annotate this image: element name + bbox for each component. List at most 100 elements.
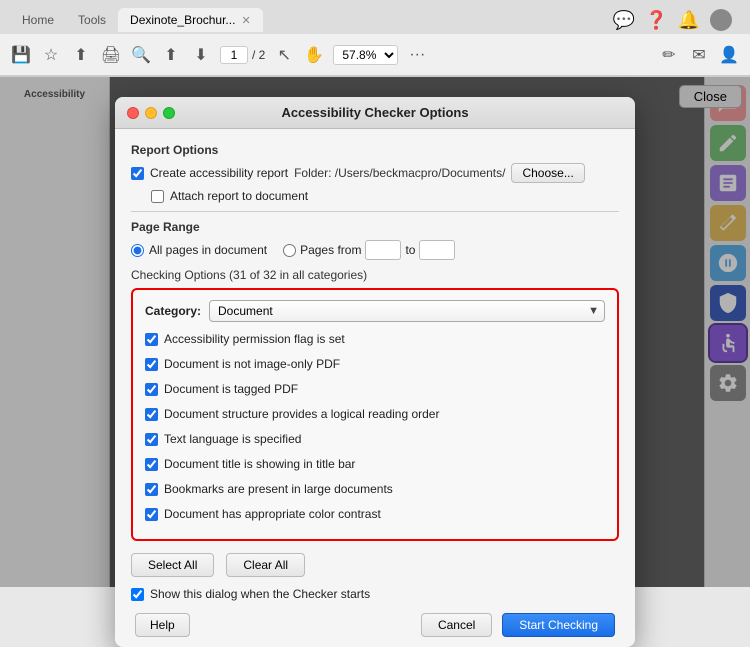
hand-tool[interactable]: ✋ xyxy=(303,44,325,66)
dialog-title: Accessibility Checker Options xyxy=(281,105,468,120)
check-item-4-checkbox[interactable] xyxy=(145,433,158,446)
divider-1 xyxy=(131,211,619,212)
dialog-overlay: Accessibility Checker Options Report Opt… xyxy=(0,77,750,587)
show-dialog-checkbox[interactable] xyxy=(131,588,144,601)
check-item-7-checkbox[interactable] xyxy=(145,508,158,521)
show-dialog-row: Show this dialog when the Checker starts xyxy=(131,587,619,601)
save-icon[interactable]: 💾 xyxy=(10,44,32,66)
chat-icon[interactable]: 💬 xyxy=(613,10,635,31)
check-item-5: Document title is showing in title bar xyxy=(145,457,605,471)
create-report-row: Create accessibility report Folder: /Use… xyxy=(131,163,619,183)
browser-toolbar: 💾 ☆ ⬆ 🖨 🔍 ⬆ ⬇ 1 / 2 ↖ ✋ 57.8% 50% 75% 10… xyxy=(0,34,750,76)
help-icon[interactable]: ❓ xyxy=(645,10,667,31)
pages-from-label: Pages from xyxy=(300,243,361,257)
category-label: Category: xyxy=(145,304,201,318)
check-item-0: Accessibility permission flag is set xyxy=(145,332,605,346)
more-options-icon[interactable]: ··· xyxy=(406,44,428,66)
page-from-input[interactable] xyxy=(365,240,401,260)
check-item-2-checkbox[interactable] xyxy=(145,383,158,396)
check-item-3-label: Document structure provides a logical re… xyxy=(164,407,439,421)
pages-from-radio[interactable] xyxy=(283,244,296,257)
page-range-title: Page Range xyxy=(131,220,619,234)
dialog-footer: Help Cancel Start Checking xyxy=(131,613,619,637)
clear-all-button[interactable]: Clear All xyxy=(226,553,305,577)
check-items-list: Accessibility permission flag is set Doc… xyxy=(145,332,605,527)
maximize-traffic-light[interactable] xyxy=(163,107,175,119)
check-item-6-label: Bookmarks are present in large documents xyxy=(164,482,393,496)
footer-right-buttons: Cancel Start Checking xyxy=(421,613,615,637)
upload-icon[interactable]: ⬆ xyxy=(70,44,92,66)
minimize-traffic-light[interactable] xyxy=(145,107,157,119)
check-item-6-checkbox[interactable] xyxy=(145,483,158,496)
close-traffic-light[interactable] xyxy=(127,107,139,119)
check-item-7: Document has appropriate color contrast xyxy=(145,507,605,521)
all-pages-label: All pages in document xyxy=(149,243,267,257)
check-item-6: Bookmarks are present in large documents xyxy=(145,482,605,496)
check-item-1-label: Document is not image-only PDF xyxy=(164,357,340,371)
tab-tools[interactable]: Tools xyxy=(66,8,118,32)
category-select-wrapper: Document Page Content Forms, Tables, and… xyxy=(209,300,605,322)
browser-tabs: Home Tools Dexinote_Brochur... ✕ 💬 ❓ 🔔 xyxy=(0,0,750,34)
choose-button[interactable]: Choose... xyxy=(511,163,584,183)
folder-path: Folder: /Users/beckmacpro/Documents/ xyxy=(294,166,505,180)
attach-report-label: Attach report to document xyxy=(170,189,308,203)
select-clear-row: Select All Clear All xyxy=(131,553,619,577)
share-icon[interactable]: 👤 xyxy=(718,44,740,66)
page-num: 1 / 2 xyxy=(220,46,265,64)
check-item-4: Text language is specified xyxy=(145,432,605,446)
browser-chrome: Home Tools Dexinote_Brochur... ✕ 💬 ❓ 🔔 💾… xyxy=(0,0,750,77)
category-select[interactable]: Document Page Content Forms, Tables, and… xyxy=(209,300,605,322)
checking-options-label: Checking Options (31 of 32 in all catego… xyxy=(131,268,619,282)
zoom-control: 57.8% 50% 75% 100% xyxy=(333,45,398,65)
page-range-row: All pages in document Pages from to xyxy=(131,240,619,260)
page-current-input[interactable]: 1 xyxy=(220,46,248,64)
attach-report-checkbox[interactable] xyxy=(151,190,164,203)
tab-document[interactable]: Dexinote_Brochur... ✕ xyxy=(118,8,263,32)
check-item-1: Document is not image-only PDF xyxy=(145,357,605,371)
check-item-2: Document is tagged PDF xyxy=(145,382,605,396)
notification-icon[interactable]: 🔔 xyxy=(678,10,700,31)
next-page-icon[interactable]: ⬇ xyxy=(190,44,212,66)
pages-from-row: Pages from to xyxy=(283,240,455,260)
prev-page-icon[interactable]: ⬆ xyxy=(160,44,182,66)
user-avatar[interactable] xyxy=(710,9,732,31)
traffic-lights xyxy=(127,107,175,119)
select-all-button[interactable]: Select All xyxy=(131,553,214,577)
attach-report-row: Attach report to document xyxy=(151,189,619,203)
show-dialog-label: Show this dialog when the Checker starts xyxy=(150,587,370,601)
check-item-5-checkbox[interactable] xyxy=(145,458,158,471)
all-pages-radio[interactable] xyxy=(131,244,144,257)
page-to-input[interactable] xyxy=(419,240,455,260)
check-item-3: Document structure provides a logical re… xyxy=(145,407,605,421)
check-item-4-label: Text language is specified xyxy=(164,432,301,446)
print-icon[interactable]: 🖨 xyxy=(100,44,122,66)
check-item-0-label: Accessibility permission flag is set xyxy=(164,332,345,346)
tab-home[interactable]: Home xyxy=(10,8,66,32)
accessibility-checker-dialog: Accessibility Checker Options Report Opt… xyxy=(115,97,635,647)
create-report-checkbox[interactable] xyxy=(131,167,144,180)
help-button[interactable]: Help xyxy=(135,613,190,637)
report-options-title: Report Options xyxy=(131,143,619,157)
bookmark-icon[interactable]: ☆ xyxy=(40,44,62,66)
all-pages-row: All pages in document xyxy=(131,243,267,257)
dialog-titlebar: Accessibility Checker Options xyxy=(115,97,635,129)
dialog-body: Report Options Create accessibility repo… xyxy=(115,129,635,647)
check-item-3-checkbox[interactable] xyxy=(145,408,158,421)
check-item-2-label: Document is tagged PDF xyxy=(164,382,298,396)
cancel-button[interactable]: Cancel xyxy=(421,613,492,637)
cursor-tool[interactable]: ↖ xyxy=(273,44,295,66)
zoom-select[interactable]: 57.8% 50% 75% 100% xyxy=(333,45,398,65)
check-item-1-checkbox[interactable] xyxy=(145,358,158,371)
sign-icon[interactable]: ✏ xyxy=(658,44,680,66)
zoom-out-icon[interactable]: 🔍 xyxy=(130,44,152,66)
to-label: to xyxy=(405,243,415,257)
main-area: Accessibility Close xyxy=(0,77,750,587)
category-box: Category: Document Page Content Forms, T… xyxy=(131,288,619,541)
email-icon[interactable]: ✉ xyxy=(688,44,710,66)
check-item-7-label: Document has appropriate color contrast xyxy=(164,507,381,521)
start-checking-button[interactable]: Start Checking xyxy=(502,613,615,637)
tab-close-icon[interactable]: ✕ xyxy=(241,14,250,27)
check-item-0-checkbox[interactable] xyxy=(145,333,158,346)
create-report-label: Create accessibility report xyxy=(150,166,288,180)
check-item-5-label: Document title is showing in title bar xyxy=(164,457,355,471)
